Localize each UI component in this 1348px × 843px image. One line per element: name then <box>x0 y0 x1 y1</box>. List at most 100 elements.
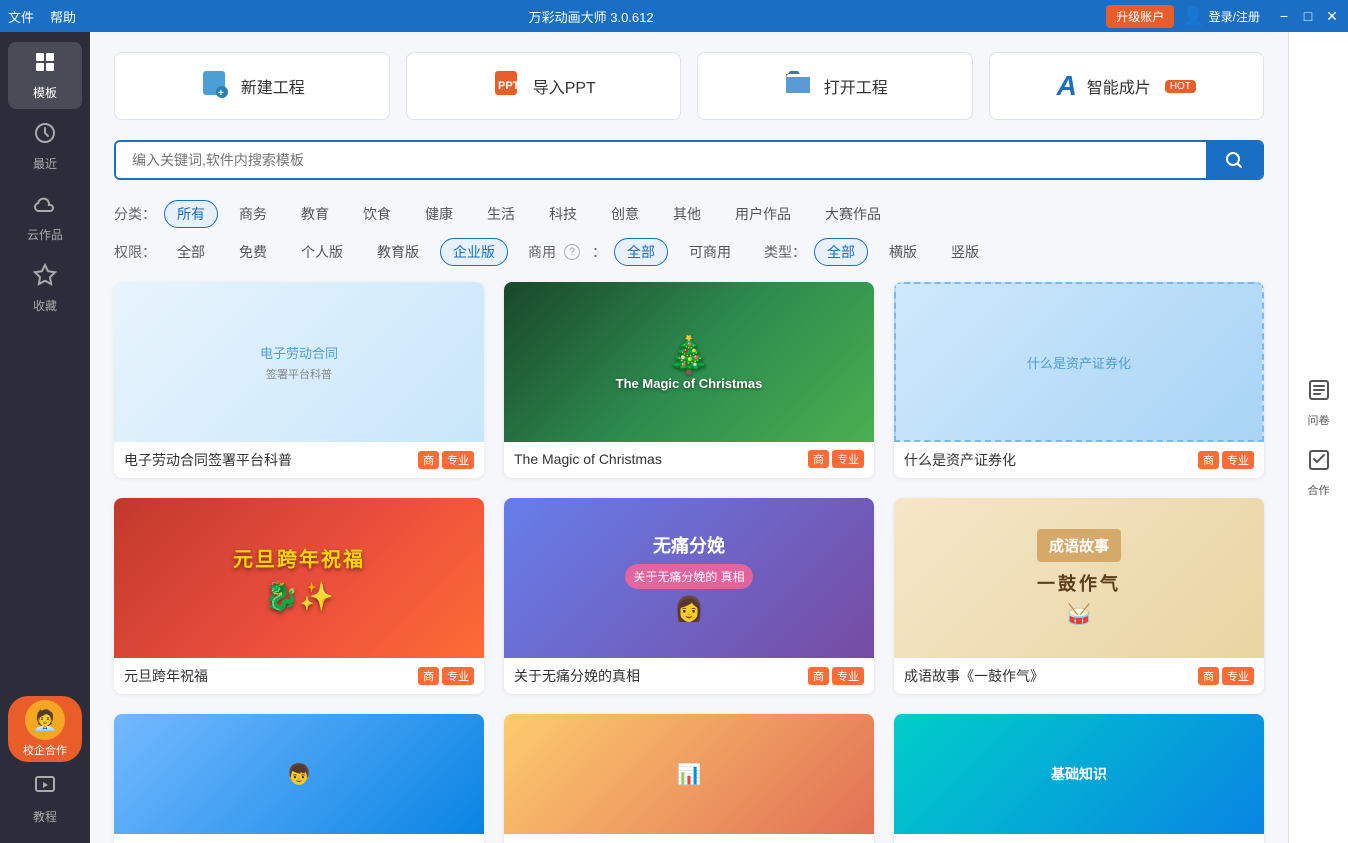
school-enterprise-label: 校企合作 <box>23 742 67 758</box>
filter-type-landscape[interactable]: 横版 <box>876 238 930 266</box>
filter-tag-tech[interactable]: 科技 <box>536 200 590 228</box>
login-button[interactable]: 👤 登录/注册 <box>1182 6 1260 27</box>
filter-perm-free[interactable]: 免费 <box>226 238 280 266</box>
app-body: 模板 最近 云作品 收藏 <box>0 32 1348 843</box>
template-card-8[interactable]: 📊 模板八 商 专业 <box>504 714 874 843</box>
card-6-title: 成语故事《一鼓作气》 <box>904 666 1198 686</box>
card-5-footer: 关于无痛分娩的真相 商 专业 <box>504 658 874 694</box>
template-card-9[interactable]: 基础知识 基础知识 商 专业 <box>894 714 1264 843</box>
title-bar-left: 文件 帮助 <box>8 7 76 26</box>
filter-perm-personal[interactable]: 个人版 <box>288 238 356 266</box>
template-card-1[interactable]: 电子劳动合同 签署平台科普 电子劳动合同签署平台科普 商 专业 <box>114 282 484 478</box>
survey-button[interactable]: 问卷 <box>1307 378 1331 428</box>
filter-perm-enterprise[interactable]: 企业版 <box>440 238 508 266</box>
commercial-label: 商用 <box>528 242 556 262</box>
sidebar-item-favorites[interactable]: 收藏 <box>8 255 82 322</box>
school-enterprise-button[interactable]: 🧑‍💼 校企合作 <box>8 696 82 762</box>
filter-type-portrait[interactable]: 竖版 <box>938 238 992 266</box>
cooperate-label: 合作 <box>1308 482 1330 498</box>
sidebar: 模板 最近 云作品 收藏 <box>0 32 90 843</box>
template-card-2[interactable]: 🎄 The Magic of Christmas The Magic of Ch… <box>504 282 874 478</box>
template-card-6[interactable]: 成语故事 一鼓作气 🥁 成语故事《一鼓作气》 商 专业 <box>894 498 1264 694</box>
filter-perm-edu[interactable]: 教育版 <box>364 238 432 266</box>
school-enterprise-avatar: 🧑‍💼 <box>25 700 65 740</box>
thumb-4-content: 元旦跨年祝福 🐉✨ <box>233 543 365 613</box>
cooperate-button[interactable]: 合作 <box>1307 448 1331 498</box>
template-grid: 电子劳动合同 签署平台科普 电子劳动合同签署平台科普 商 专业 🎄 <box>114 282 1264 843</box>
search-button[interactable] <box>1206 142 1262 178</box>
card-3-title: 什么是资产证券化 <box>904 450 1198 470</box>
sidebar-item-cloud[interactable]: 云作品 <box>8 184 82 251</box>
search-input[interactable] <box>116 142 1206 178</box>
filter-tag-creative[interactable]: 创意 <box>598 200 652 228</box>
maximize-button[interactable]: □ <box>1300 8 1316 24</box>
new-project-icon: + <box>199 67 231 106</box>
template-card-7[interactable]: 👦 模板七 商 专业 <box>114 714 484 843</box>
filter-tag-life[interactable]: 生活 <box>474 200 528 228</box>
open-project-icon <box>782 67 814 106</box>
card-3-footer: 什么是资产证券化 商 专业 <box>894 442 1264 478</box>
import-ppt-icon: PPT <box>491 67 523 106</box>
card-2-badge-shang: 商 <box>808 450 829 468</box>
upgrade-button[interactable]: 升级账户 <box>1106 5 1174 28</box>
cloud-icon <box>33 192 57 222</box>
filter-tag-food[interactable]: 饮食 <box>350 200 404 228</box>
menu-file[interactable]: 文件 <box>8 7 34 26</box>
sidebar-item-recent[interactable]: 最近 <box>8 113 82 180</box>
thumb-1-content: 电子劳动合同 签署平台科普 <box>250 333 348 392</box>
ai-create-button[interactable]: A 智能成片 HOT <box>989 52 1265 120</box>
sidebar-bottom: 🧑‍💼 校企合作 教程 <box>8 696 82 843</box>
card-5-badge-pro: 专业 <box>832 667 864 685</box>
template-card-4[interactable]: 元旦跨年祝福 🐉✨ 元旦跨年祝福 商 专业 <box>114 498 484 694</box>
card-2-footer: The Magic of Christmas 商 专业 <box>504 442 874 476</box>
card-1-footer: 电子劳动合同签署平台科普 商 专业 <box>114 442 484 478</box>
filter-tag-other[interactable]: 其他 <box>660 200 714 228</box>
card-2-title: The Magic of Christmas <box>514 451 808 467</box>
filter-comm-usable[interactable]: 可商用 <box>676 238 744 266</box>
thumb-6-content: 成语故事 一鼓作气 🥁 <box>1037 529 1121 627</box>
right-panel: 问卷 合作 <box>1288 32 1348 843</box>
filter-tag-all[interactable]: 所有 <box>164 200 218 228</box>
category-label: 分类： <box>114 204 156 224</box>
category-filter-row: 分类： 所有 商务 教育 饮食 健康 生活 科技 创意 其他 用户作品 大赛作品 <box>114 200 1264 228</box>
svg-text:PPT: PPT <box>498 80 520 92</box>
svg-text:+: + <box>218 88 224 99</box>
filter-tag-business[interactable]: 商务 <box>226 200 280 228</box>
thumb-3-content: 什么是资产证券化 <box>1017 343 1141 382</box>
filter-tag-user[interactable]: 用户作品 <box>722 200 804 228</box>
sidebar-label-recent: 最近 <box>33 155 57 172</box>
menu-help[interactable]: 帮助 <box>50 7 76 26</box>
card-3-badges: 商 专业 <box>1198 451 1254 469</box>
card-4-badge-shang: 商 <box>418 667 439 685</box>
search-bar <box>114 140 1264 180</box>
filter-perm-all[interactable]: 全部 <box>164 238 218 266</box>
sidebar-item-template[interactable]: 模板 <box>8 42 82 109</box>
template-icon <box>33 50 57 80</box>
filter-type-all[interactable]: 全部 <box>814 238 868 266</box>
template-card-5[interactable]: 无痛分娩 关于无痛分娩的 真相 👩 关于无痛分娩的真相 商 专业 <box>504 498 874 694</box>
sidebar-label-template: 模板 <box>33 84 57 101</box>
import-ppt-button[interactable]: PPT 导入PPT <box>406 52 682 120</box>
cooperate-icon <box>1307 448 1331 478</box>
filter-tag-contest[interactable]: 大赛作品 <box>812 200 894 228</box>
filter-comm-all[interactable]: 全部 <box>614 238 668 266</box>
filter-tag-education[interactable]: 教育 <box>288 200 342 228</box>
tutorial-label: 教程 <box>33 808 57 825</box>
card-5-badges: 商 专业 <box>808 667 864 685</box>
card-4-badges: 商 专业 <box>418 667 474 685</box>
survey-icon <box>1307 378 1331 408</box>
sidebar-item-tutorial[interactable]: 教程 <box>8 766 82 833</box>
card-2-badges: 商 专业 <box>808 450 864 468</box>
minimize-button[interactable]: − <box>1276 8 1292 24</box>
filter-tag-health[interactable]: 健康 <box>412 200 466 228</box>
thumb-8-content: 📊 <box>677 762 702 787</box>
open-project-button[interactable]: 打开工程 <box>697 52 973 120</box>
template-card-3[interactable]: 什么是资产证券化 什么是资产证券化 商 专业 <box>894 282 1264 478</box>
hot-badge: HOT <box>1165 80 1196 93</box>
new-project-button[interactable]: + 新建工程 <box>114 52 390 120</box>
tutorial-icon <box>33 774 57 804</box>
question-icon[interactable]: ? <box>564 244 580 260</box>
card-6-badge-shang: 商 <box>1198 667 1219 685</box>
close-button[interactable]: ✕ <box>1324 8 1340 25</box>
card-5-title: 关于无痛分娩的真相 <box>514 666 808 686</box>
